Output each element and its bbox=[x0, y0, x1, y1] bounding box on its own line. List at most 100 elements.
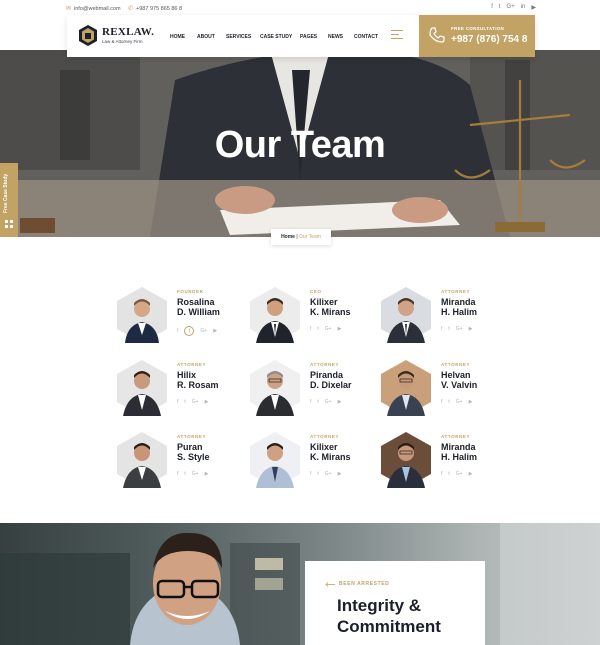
google-plus-icon[interactable]: G+ bbox=[507, 4, 515, 11]
youtube-icon[interactable]: ▶ bbox=[469, 399, 473, 405]
member-socials: f t G+ ▶ bbox=[310, 326, 341, 332]
member-last-name: K. Mirans bbox=[310, 307, 351, 317]
member-photo bbox=[381, 287, 431, 343]
consultation-box[interactable]: FREE CONSULTATION +987 (876) 754 8 bbox=[419, 15, 535, 57]
twitter-icon[interactable]: t bbox=[499, 4, 501, 11]
brand-name: REXLAW. bbox=[102, 26, 155, 38]
member-first-name: Puran bbox=[177, 442, 203, 452]
member-role: FOUNDER bbox=[177, 289, 204, 294]
nav-home[interactable]: HOME bbox=[170, 34, 185, 40]
youtube-icon[interactable]: ▶ bbox=[205, 471, 209, 477]
member-role: ATTORNEY bbox=[441, 434, 471, 439]
twitter-icon[interactable]: t bbox=[448, 399, 449, 405]
facebook-icon[interactable]: f bbox=[441, 471, 442, 477]
breadcrumb: Home | Our Team bbox=[271, 229, 331, 245]
about-title: Integrity & Commitment bbox=[337, 595, 441, 637]
member-last-name: D. Dixelar bbox=[310, 380, 352, 390]
nav-contact[interactable]: CONTACT bbox=[354, 34, 378, 40]
google-plus-icon[interactable]: G+ bbox=[192, 399, 199, 405]
page-title: Our Team bbox=[214, 124, 386, 166]
twitter-icon[interactable]: t bbox=[184, 326, 195, 336]
free-case-study-tab[interactable]: Free Case Study bbox=[0, 163, 18, 237]
facebook-icon[interactable]: f bbox=[310, 471, 311, 477]
youtube-icon[interactable]: ▶ bbox=[338, 471, 342, 477]
twitter-icon[interactable]: t bbox=[448, 471, 449, 477]
hero-banner: Our Team bbox=[0, 50, 600, 237]
hamburger-menu-icon[interactable] bbox=[391, 30, 403, 40]
facebook-icon[interactable]: f bbox=[177, 399, 178, 405]
google-plus-icon[interactable]: G+ bbox=[325, 471, 332, 477]
phone-call-icon bbox=[429, 27, 445, 43]
member-last-name: V. Valvin bbox=[441, 380, 478, 390]
google-plus-icon[interactable]: G+ bbox=[325, 326, 332, 332]
breadcrumb-home[interactable]: Home bbox=[281, 234, 295, 240]
twitter-icon[interactable]: t bbox=[184, 471, 185, 477]
member-first-name: Kilixer bbox=[310, 442, 338, 452]
facebook-icon[interactable]: f bbox=[177, 328, 178, 334]
youtube-icon[interactable]: ▶ bbox=[469, 471, 473, 477]
team-member-card[interactable]: ATTORNEY Puran S. Style f t G+ ▶ bbox=[117, 432, 247, 492]
member-socials: f t G+ ▶ bbox=[441, 471, 472, 477]
youtube-icon[interactable]: ▶ bbox=[338, 399, 342, 405]
facebook-icon[interactable]: f bbox=[310, 399, 311, 405]
facebook-icon[interactable]: f bbox=[491, 4, 493, 11]
google-plus-icon[interactable]: G+ bbox=[192, 471, 199, 477]
about-title-line-1: Integrity & bbox=[337, 596, 422, 615]
twitter-icon[interactable]: t bbox=[317, 471, 318, 477]
team-member-card[interactable]: ATTORNEY Kilixer K. Mirans f t G+ ▶ bbox=[250, 432, 380, 492]
mail-icon: ✉ bbox=[66, 6, 72, 12]
team-member-card[interactable]: ATTORNEY Hilix R. Rosam f t G+ ▶ bbox=[117, 360, 247, 420]
team-member-card[interactable]: FOUNDER Rosalina D. William f t G+ ▶ bbox=[117, 287, 247, 347]
youtube-icon[interactable]: ▶ bbox=[213, 328, 217, 334]
member-role: ATTORNEY bbox=[441, 289, 471, 294]
member-last-name: D. William bbox=[177, 307, 220, 317]
member-role: ATTORNEY bbox=[310, 362, 340, 367]
logo-shield-icon bbox=[79, 25, 97, 46]
top-bar: ✉ info@webmail.com ✆ +987 975 865 86 8 f… bbox=[0, 0, 600, 16]
consultation-label: FREE CONSULTATION bbox=[451, 26, 505, 31]
facebook-icon[interactable]: f bbox=[441, 399, 442, 405]
twitter-icon[interactable]: t bbox=[184, 399, 185, 405]
google-plus-icon[interactable]: G+ bbox=[200, 328, 207, 334]
brand-logo[interactable]: REXLAW. Law & Attorney Firm bbox=[79, 25, 154, 46]
team-member-card[interactable]: ATTORNEY Miranda H. Halim f t G+ ▶ bbox=[381, 432, 511, 492]
twitter-icon[interactable]: t bbox=[317, 326, 318, 332]
youtube-icon[interactable]: ▶ bbox=[469, 326, 473, 332]
nav-pages[interactable]: PAGES bbox=[300, 34, 317, 40]
grid-icon bbox=[5, 220, 13, 228]
twitter-icon[interactable]: t bbox=[317, 399, 318, 405]
about-title-line-2: Commitment bbox=[337, 617, 441, 636]
team-member-card[interactable]: ATTORNEY Miranda H. Halim f t G+ ▶ bbox=[381, 287, 511, 347]
youtube-icon[interactable]: ▶ bbox=[531, 4, 536, 11]
youtube-icon[interactable]: ▶ bbox=[205, 399, 209, 405]
youtube-icon[interactable]: ▶ bbox=[338, 326, 342, 332]
email-contact[interactable]: ✉ info@webmail.com bbox=[66, 5, 121, 13]
facebook-icon[interactable]: f bbox=[441, 326, 442, 332]
phone-contact[interactable]: ✆ +987 975 865 86 8 bbox=[128, 5, 182, 13]
member-last-name: K. Mirans bbox=[310, 452, 351, 462]
member-first-name: Miranda bbox=[441, 297, 476, 307]
google-plus-icon[interactable]: G+ bbox=[325, 399, 332, 405]
member-role: ATTORNEY bbox=[177, 434, 207, 439]
member-photo bbox=[117, 360, 167, 416]
google-plus-icon[interactable]: G+ bbox=[456, 399, 463, 405]
twitter-icon[interactable]: t bbox=[448, 326, 449, 332]
team-member-card[interactable]: CEO Kilixer K. Mirans f t G+ ▶ bbox=[250, 287, 380, 347]
team-member-card[interactable]: ATTORNEY Piranda D. Dixelar f t G+ ▶ bbox=[250, 360, 380, 420]
main-header: REXLAW. Law & Attorney Firm HOME ABOUT S… bbox=[67, 15, 535, 57]
nav-about[interactable]: ABOUT bbox=[197, 34, 215, 40]
member-role: ATTORNEY bbox=[441, 362, 471, 367]
member-role: ATTORNEY bbox=[177, 362, 207, 367]
facebook-icon[interactable]: f bbox=[177, 471, 178, 477]
nav-services[interactable]: SERVICES bbox=[226, 34, 251, 40]
nav-news[interactable]: NEWS bbox=[328, 34, 343, 40]
nav-case-study[interactable]: CASE STUDY bbox=[260, 34, 292, 40]
team-member-card[interactable]: ATTORNEY Helvan V. Valvin f t G+ ▶ bbox=[381, 360, 511, 420]
member-role: ATTORNEY bbox=[310, 434, 340, 439]
facebook-icon[interactable]: f bbox=[310, 326, 311, 332]
about-eyebrow: BEEN ARRESTED bbox=[325, 581, 389, 587]
google-plus-icon[interactable]: G+ bbox=[456, 471, 463, 477]
google-plus-icon[interactable]: G+ bbox=[456, 326, 463, 332]
member-socials: f t G+ ▶ bbox=[441, 399, 472, 405]
linkedin-icon[interactable]: in bbox=[521, 4, 526, 11]
